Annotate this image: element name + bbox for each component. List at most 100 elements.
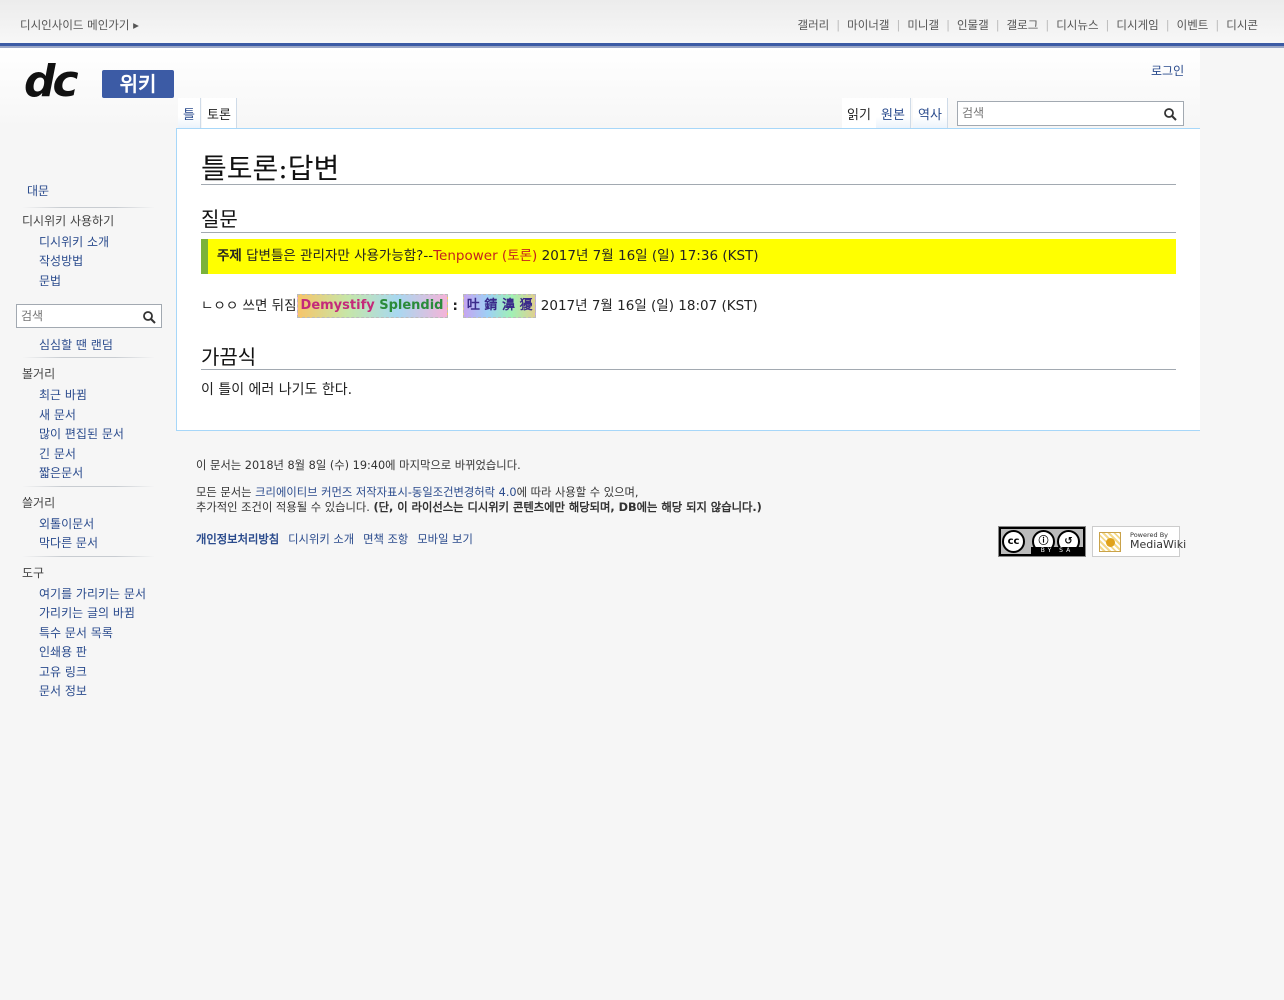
section-divider	[201, 232, 1176, 233]
sidebar-heading-write: 쓸거리	[22, 496, 56, 510]
sidebar-item-howto[interactable]: 작성방법	[39, 252, 83, 269]
section-heading-question: 질문	[201, 207, 238, 231]
sidebar-item-dead-end[interactable]: 막다른 문서	[39, 534, 98, 551]
footer-mobile-link[interactable]: 모바일 보기	[417, 533, 473, 546]
dcwiki-logo[interactable]: dc 위키	[24, 56, 174, 107]
sidebar-search-input[interactable]	[17, 305, 135, 327]
sidebar-divider	[22, 357, 155, 358]
gallery-menu: 갤러리 | 마이너갤 | 미니갤 | 인물갤 | 갤로그 | 디시뉴스 | 디시게임 | 이벤트 | 디시콘	[798, 17, 1258, 33]
reply-timestamp: 2017년 7월 16일 (일) 18:07 (KST)	[536, 298, 758, 314]
login-link[interactable]: 로그인	[1151, 62, 1184, 79]
footer-privacy-link[interactable]: 개인정보처리방침	[196, 533, 279, 546]
sidebar-item-printable[interactable]: 인쇄용 판	[39, 643, 87, 660]
license-prefix: 모든 문서는	[196, 486, 256, 499]
sidebar-item-most-edited[interactable]: 많이 편집된 문서	[39, 425, 124, 442]
footer-about-link[interactable]: 디시위키 소개	[288, 533, 354, 546]
menu-separator: |	[1165, 18, 1170, 32]
sidebar-item-permalink[interactable]: 고유 링크	[39, 663, 87, 680]
mediawiki-text: MediaWiki	[1130, 538, 1187, 551]
header-search-box	[957, 101, 1184, 126]
topic-timestamp: 2017년 7월 16일 (일) 17:36 (KST)	[537, 248, 759, 264]
footer-license-line2: 추가적인 조건이 적용될 수 있습니다. (단, 이 라이선스는 디시위키 콘텐…	[196, 499, 762, 515]
sidebar-item-related-changes[interactable]: 가리키는 글의 바뀜	[39, 604, 135, 621]
tab-read[interactable]: 읽기	[842, 98, 877, 129]
title-divider	[201, 184, 1176, 185]
powered-by-mediawiki-badge[interactable]: Powered By MediaWiki	[1092, 526, 1186, 557]
tab-view-source[interactable]: 원본	[876, 98, 911, 129]
menu-separator: |	[1105, 18, 1110, 32]
menu-mini-gallery[interactable]: 미니갤	[907, 18, 939, 32]
license-note: (단, 이 라이선스는 디시위키 콘텐츠에만 해당되며, DB에는 해당 되지 …	[373, 501, 762, 514]
license-link[interactable]: 크리에이티브 커먼즈 저작자표시-동일조건변경허락 4.0	[255, 486, 516, 499]
menu-dcnews[interactable]: 디시뉴스	[1056, 18, 1098, 32]
cc-icon: cc	[1002, 530, 1025, 553]
sidebar-divider	[22, 207, 155, 208]
signature-badge[interactable]: Demystify Splendid	[296, 294, 448, 318]
menu-separator: |	[1045, 18, 1050, 32]
menu-event[interactable]: 이벤트	[1177, 18, 1209, 32]
cc-by-sa-badge[interactable]: cc ⓘ ↺ BY SA	[998, 526, 1086, 557]
sidebar-item-orphaned[interactable]: 외톨이문서	[39, 515, 94, 532]
section-paragraph: 이 틀이 에러 나기도 한다.	[201, 382, 353, 398]
user-talk-link[interactable]: 토론	[507, 248, 532, 264]
topic-notice-box: 주제 답변틀은 관리자만 사용가능함?--Tenpower (토론) 2017년…	[201, 239, 1176, 274]
menu-separator: |	[896, 18, 901, 32]
sidebar-item-syntax[interactable]: 문법	[39, 272, 61, 289]
footer-lastmod: 이 문서는 2018년 8월 8일 (수) 19:40에 마지막으로 바뀌었습니…	[196, 459, 521, 472]
sidebar-item-special-pages[interactable]: 특수 문서 목록	[39, 624, 113, 641]
menu-separator: |	[946, 18, 950, 32]
sidebar-item-random[interactable]: 심심할 땐 랜덤	[39, 336, 113, 353]
user-link[interactable]: Tenpower	[433, 248, 498, 264]
sa-label: SA	[1059, 547, 1074, 554]
tab-talk[interactable]: 토론	[202, 98, 237, 129]
menu-dcgame[interactable]: 디시게임	[1116, 18, 1158, 32]
mediawiki-flower-icon	[1099, 532, 1121, 552]
sidebar-item-short-pages[interactable]: 짧은문서	[39, 464, 83, 481]
tab-history[interactable]: 역사	[913, 98, 948, 129]
gallery-top-bar: 디시인사이드 메인가기 ▸ 갤러리 | 마이너갤 | 미니갤 | 인물갤 | 갤로그 | 디시뉴스 |…	[0, 0, 1284, 48]
section-divider	[201, 369, 1176, 370]
sidebar-search-box	[16, 304, 162, 328]
sidebar-divider	[22, 556, 155, 557]
sidebar-item-new-pages[interactable]: 새 문서	[39, 406, 76, 423]
page-title: 틀토론:답변	[201, 152, 340, 185]
search-icon[interactable]	[143, 309, 156, 328]
signature-colon: :	[452, 298, 458, 314]
search-icon[interactable]	[1164, 106, 1177, 125]
footer-disclaimer-link[interactable]: 면책 조항	[363, 533, 408, 546]
tab-template[interactable]: 틀	[178, 98, 201, 129]
reply-comment: ㄴㅇㅇ 쓰면 뒤짐 Demystify Splendid: 吐 錆 濞 獶 2017…	[201, 294, 758, 318]
paren-open: (	[497, 248, 508, 264]
topic-label: 주제	[217, 248, 242, 264]
topic-text: 답변틀은 관리자만 사용가능함?--	[241, 248, 434, 264]
sidebar-heading-view: 볼거리	[22, 367, 56, 381]
search-input[interactable]	[958, 102, 1158, 124]
sidebar-item-main[interactable]: 대문	[27, 182, 49, 199]
sidebar-item-intro[interactable]: 디시위키 소개	[39, 233, 109, 250]
sidebar-item-what-links-here[interactable]: 여기를 가리키는 문서	[39, 585, 146, 602]
menu-person-gallery[interactable]: 인물갤	[957, 18, 989, 32]
sidebar-item-long-pages[interactable]: 긴 문서	[39, 445, 76, 462]
sidebar-heading-using: 디시위키 사용하기	[22, 214, 115, 228]
sidebar-divider	[22, 486, 155, 487]
by-label: BY	[1040, 547, 1055, 554]
sidebar-item-page-info[interactable]: 문서 정보	[39, 682, 87, 699]
menu-gallog[interactable]: 갤로그	[1007, 18, 1039, 32]
footer-license-line1: 모든 문서는 크리에이티브 커먼즈 저작자표시-동일조건변경허락 4.0에 따라…	[196, 484, 639, 500]
footer-links: 개인정보처리방침 디시위키 소개 면책 조항 모바일 보기	[196, 531, 482, 547]
signature-name-2: Splendid	[374, 298, 444, 313]
sidebar-item-recent-changes[interactable]: 최근 바뀜	[39, 386, 87, 403]
signature-talk-badge[interactable]: 吐 錆 濞 獶	[462, 294, 537, 318]
logo-dc-text: dc	[24, 56, 79, 107]
section-heading-sometimes: 가끔식	[201, 345, 257, 369]
license-extra: 추가적인 조건이 적용될 수 있습니다.	[196, 501, 374, 514]
signature-name-1: Demystify	[300, 298, 375, 313]
cc-strip: BY SA	[1031, 547, 1083, 554]
menu-minor-gallery[interactable]: 마이너갤	[847, 18, 889, 32]
logo-wiki-text: 위키	[102, 70, 174, 98]
menu-dccon[interactable]: 디시콘	[1226, 18, 1258, 32]
sidebar-heading-tools: 도구	[22, 566, 45, 580]
menu-separator: |	[1215, 18, 1220, 32]
menu-gallery[interactable]: 갤러리	[798, 18, 830, 32]
dcinside-home-link[interactable]: 디시인사이드 메인가기 ▸	[20, 17, 139, 33]
